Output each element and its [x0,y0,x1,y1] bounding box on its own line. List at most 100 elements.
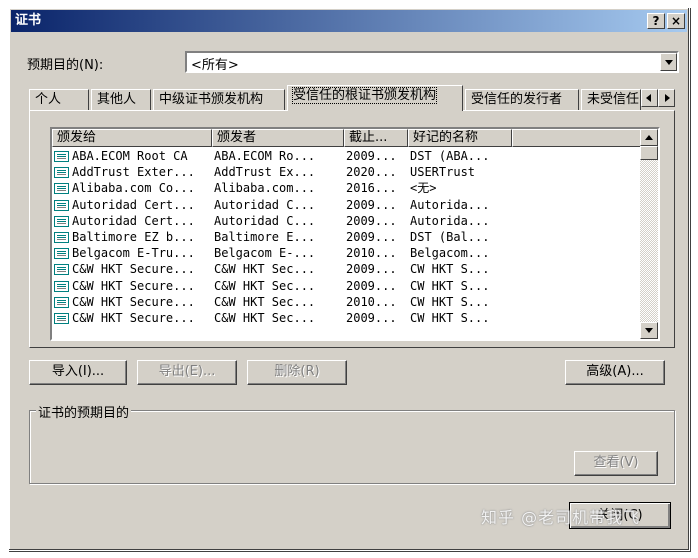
scroll-thumb[interactable] [640,146,658,160]
watermark: 知乎 @老司机带我飞 [481,508,641,527]
window-title: 证书 [15,13,42,28]
list-cell: C&W HKT Sec... [214,262,316,277]
list-cell: 2009... [346,213,397,228]
list-cell: CW HKT S... [410,294,490,309]
list-header: 颁发给 颁发者 截止... 好记的名称 [52,129,642,147]
list-cell: Autorida... [410,197,490,212]
list-item[interactable]: C&W HKT Secure... C&W HKT Sec... 2009... CW… [52,310,640,326]
scroll-down-icon[interactable] [640,322,658,339]
intended-purpose-value: <所有> [191,58,239,73]
certificate-icon [54,215,69,227]
column-issued-by[interactable]: 颁发者 [212,129,344,147]
tab-trusted-root-ca[interactable]: 受信任的根证书颁发机构 [287,85,463,111]
list-cell: USERTrust [410,165,476,180]
chevron-right-icon[interactable] [658,89,675,107]
list-cell: CW HKT S... [410,278,490,293]
intended-purposes-group: 证书的预期目的 查看(V) [29,402,675,484]
certificates-dialog: 证书 ? × 预期目的(N): <所有> 个人 其他人 中级证书颁发机构 受信任… [8,7,690,551]
certificate-icon [54,248,69,260]
list-cell: Alibaba.com... [214,181,316,196]
list-cell: Autoridad Cert... [72,213,195,228]
list-cell: 2020... [346,165,397,180]
tab-scroll-buttons [641,89,675,107]
list-scrollbar[interactable] [640,129,658,339]
list-item[interactable]: Autoridad Cert... Autoridad C... 2009... Au… [52,197,640,213]
column-expiration[interactable]: 截止... [344,129,408,147]
certificate-icon [54,312,69,324]
export-button[interactable]: 导出(E)... [137,360,237,385]
remove-button[interactable]: 删除(R) [247,360,347,385]
certificate-icon [54,296,69,308]
certificate-icon [54,231,69,243]
tab-intermediate-ca[interactable]: 中级证书颁发机构 [153,89,285,110]
list-cell: C&W HKT Secure... [72,262,195,277]
list-cell: Baltimore E... [214,229,316,244]
certificate-icon [54,280,69,292]
view-button[interactable]: 查看(V) [574,451,658,476]
column-issued-to[interactable]: 颁发给 [52,129,212,147]
list-cell: ABA.ECOM Root CA [72,149,188,163]
intended-purpose-select[interactable]: <所有> [185,51,679,73]
list-cell: DST (ABA... [410,149,490,163]
certificate-icon [54,264,69,276]
list-cell: Belgacom... [410,246,490,261]
certificate-icon [54,183,69,195]
list-cell: Alibaba.com Co... [72,181,195,196]
title-bar: 证书 ? × [11,10,687,32]
list-cell: 2010... [346,246,397,261]
help-button[interactable]: ? [647,13,665,29]
group-title: 证书的预期目的 [36,402,132,421]
close-window-button[interactable]: × [667,13,685,29]
certificate-icon [54,151,69,162]
list-rows: ABA.ECOM Root CA ABA.ECOM Ro... 2009... DST… [52,148,640,326]
tab-personal[interactable]: 个人 [29,89,89,110]
list-cell: Autoridad C... [214,213,316,228]
column-friendly-name[interactable]: 好记的名称 [408,129,512,147]
list-cell: AddTrust Ex... [214,165,316,180]
list-item[interactable]: C&W HKT Secure... C&W HKT Sec... 2009... CW… [52,261,640,277]
tab-other-people[interactable]: 其他人 [91,89,151,110]
list-cell: AddTrust Exter... [72,165,195,180]
list-cell: Autoridad C... [214,197,316,212]
chevron-down-icon[interactable] [660,53,677,71]
list-item[interactable]: AddTrust Exter... AddTrust Ex... 2020... US… [52,164,640,180]
list-item[interactable]: Alibaba.com Co... Alibaba.com... 2016... <无… [52,180,640,196]
tab-trusted-publishers[interactable]: 受信任的发行者 [465,89,579,110]
chevron-left-icon[interactable] [641,89,658,107]
list-cell: 2009... [346,229,397,244]
tab-untrusted[interactable]: 未受信任 [581,89,641,110]
list-cell: 2009... [346,262,397,277]
certificate-icon [54,167,69,179]
list-cell: Autoridad Cert... [72,197,195,212]
import-button[interactable]: 导入(I)... [29,360,127,385]
list-cell: CW HKT S... [410,310,490,325]
column-filler [512,129,642,147]
list-cell: C&W HKT Sec... [214,310,316,325]
list-cell: C&W HKT Secure... [72,310,195,325]
list-cell: C&W HKT Secure... [72,278,195,293]
list-item[interactable]: C&W HKT Secure... C&W HKT Sec... 2009... CW… [52,278,640,294]
list-cell: CW HKT S... [410,262,490,277]
list-cell: C&W HKT Sec... [214,294,316,309]
tab-panel: 颁发给 颁发者 截止... 好记的名称 ABA.ECOM Root CA ABA.… [29,110,675,348]
tab-strip: 个人 其他人 中级证书颁发机构 受信任的根证书颁发机构 受信任的发行者 未受信任 [29,85,675,111]
list-item[interactable]: Belgacom E-Tru... Belgacom E-... 2010... Be… [52,245,640,261]
list-item[interactable]: Autoridad Cert... Autoridad C... 2009... Au… [52,213,640,229]
scroll-up-icon[interactable] [640,129,658,146]
list-cell: C&W HKT Secure... [72,294,195,309]
list-item[interactable]: Baltimore EZ b... Baltimore E... 2009... DS… [52,229,640,245]
list-cell: Belgacom E-Tru... [72,246,195,261]
list-cell: Autorida... [410,213,490,228]
advanced-button[interactable]: 高级(A)... [565,360,665,385]
list-cell: 2016... [346,181,397,196]
list-cell: C&W HKT Sec... [214,278,316,293]
certificate-list[interactable]: 颁发给 颁发者 截止... 好记的名称 ABA.ECOM Root CA ABA.… [50,127,660,341]
list-cell: 2009... [346,149,397,163]
list-item[interactable]: ABA.ECOM Root CA ABA.ECOM Ro... 2009... DST… [52,148,640,164]
intended-purpose-label: 预期目的(N): [27,58,104,73]
list-cell: <无> [410,181,437,196]
list-cell: Baltimore EZ b... [72,229,195,244]
certificate-icon [54,199,69,211]
list-cell: 2009... [346,278,397,293]
list-item[interactable]: C&W HKT Secure... C&W HKT Sec... 2010... CW… [52,294,640,310]
